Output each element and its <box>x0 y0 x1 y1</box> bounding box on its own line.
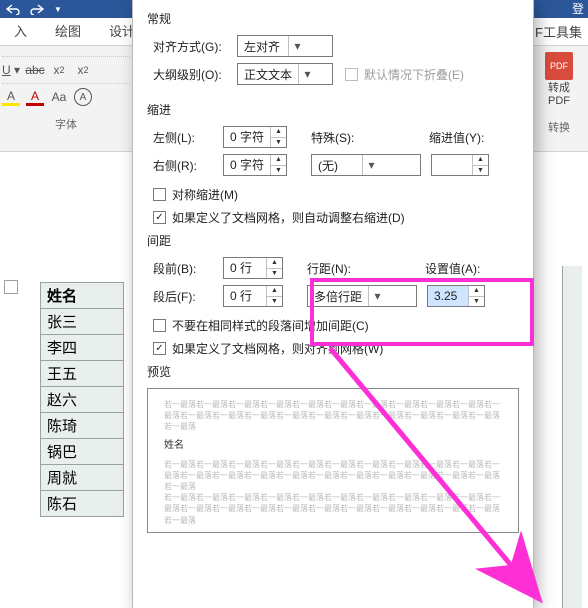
spinner-up-icon[interactable]: ▲ <box>267 258 282 269</box>
table-row[interactable]: 陈琦 <box>41 413 123 439</box>
spinner-up-icon[interactable]: ▲ <box>267 286 282 297</box>
table-row[interactable]: 张三 <box>41 309 123 335</box>
space-before-spinner[interactable]: 0 行 ▲▼ <box>223 257 283 279</box>
chevron-down-icon: ▾ <box>362 155 380 175</box>
section-spacing: 间距 <box>147 232 519 249</box>
tab-insert[interactable]: 入 <box>0 18 41 46</box>
table-row[interactable]: 李四 <box>41 335 123 361</box>
chevron-down-icon: ▾ <box>298 64 316 84</box>
tab-pdf-tools[interactable]: F工具集 <box>529 22 588 41</box>
indent-left-label: 左侧(L): <box>153 129 223 146</box>
spinner-up-icon[interactable]: ▲ <box>469 286 484 297</box>
subscript-icon[interactable]: x2 <box>50 61 68 79</box>
space-before-label: 段前(B): <box>153 260 223 277</box>
qat-dropdown-icon[interactable]: ▼ <box>54 5 62 14</box>
indent-value-label: 缩进值(Y): <box>429 129 484 146</box>
paragraph-dialog: 常规 对齐方式(G): 左对齐 ▾ 大纲级别(O): 正文文本 ▾ 默认情况下折… <box>132 0 534 608</box>
spinner-up-icon[interactable]: ▲ <box>473 155 488 166</box>
pdf-label-1: 转成 <box>536 82 582 95</box>
pdf-label-2: PDF <box>536 95 582 108</box>
snapgrid-checkbox[interactable]: ✓ 如果定义了文档网格，则对齐到网格(W) <box>153 340 383 357</box>
table-row[interactable]: 王五 <box>41 361 123 387</box>
nospacing-checkbox[interactable]: 不要在相同样式的段落间增加间距(C) <box>153 317 369 334</box>
spinner-down-icon[interactable]: ▼ <box>271 166 286 176</box>
ruler-corner <box>4 280 18 294</box>
highlight-icon[interactable]: A <box>2 88 20 106</box>
strikethrough-icon[interactable]: abc <box>26 61 44 79</box>
mirror-indent-checkbox[interactable]: 对称缩进(M) <box>153 186 238 203</box>
spinner-down-icon[interactable]: ▼ <box>469 297 484 307</box>
table-header-cell[interactable]: 姓名 <box>41 283 123 309</box>
space-after-label: 段后(F): <box>153 288 223 305</box>
section-general: 常规 <box>147 10 519 27</box>
indent-left-spinner[interactable]: 0 字符 ▲▼ <box>223 126 287 148</box>
table-row[interactable]: 周就 <box>41 465 123 491</box>
font-group: U ▾ abc x2 x2 A A Aa A 字体 <box>2 52 130 132</box>
pdf-group: PDF 转成 PDF 转换 <box>536 52 582 136</box>
spinner-up-icon[interactable]: ▲ <box>271 155 286 166</box>
font-color-icon[interactable]: A <box>26 88 44 106</box>
line-spacing-combo[interactable]: 多倍行距 ▾ <box>307 285 417 307</box>
autogrid-indent-checkbox[interactable]: ✓ 如果定义了文档网格，则自动调整右缩进(D) <box>153 209 405 226</box>
set-value-label: 设置值(A): <box>425 260 480 277</box>
font-group-label: 字体 <box>2 116 130 132</box>
document-table[interactable]: 姓名 张三 李四 王五 赵六 陈琦 锅巴 周就 陈石 <box>40 282 124 517</box>
chevron-down-icon: ▾ <box>288 36 306 56</box>
spinner-down-icon[interactable]: ▼ <box>267 269 282 279</box>
spinner-down-icon[interactable]: ▼ <box>267 297 282 307</box>
indent-right-spinner[interactable]: 0 字符 ▲▼ <box>223 154 287 176</box>
line-spacing-label: 行距(N): <box>307 260 385 277</box>
space-after-spinner[interactable]: 0 行 ▲▼ <box>223 285 283 307</box>
spinner-down-icon[interactable]: ▼ <box>271 138 286 148</box>
preview-box: 若一最落若一最落若一最落若一最落若一最落若一最落若一最落若一最落若一最落若一最落… <box>147 388 519 533</box>
set-value-spinner[interactable]: 3.25 ▲▼ <box>427 285 485 307</box>
outline-combo[interactable]: 正文文本 ▾ <box>237 63 333 85</box>
login-button[interactable]: 登 <box>572 0 584 18</box>
table-row[interactable]: 锅巴 <box>41 439 123 465</box>
pdf-icon[interactable]: PDF <box>545 52 573 80</box>
redo-icon[interactable] <box>30 3 44 15</box>
tab-draw[interactable]: 绘图 <box>41 18 95 46</box>
table-row[interactable]: 陈石 <box>41 491 123 516</box>
section-preview: 预览 <box>147 363 519 380</box>
convert-group-label: 转换 <box>536 122 582 135</box>
special-combo[interactable]: (无) ▾ <box>311 154 421 176</box>
outline-label: 大纲级别(O): <box>153 66 237 83</box>
enclose-char-icon[interactable]: A <box>74 88 92 106</box>
table-right-edge <box>562 266 582 608</box>
section-indent: 缩进 <box>147 101 519 118</box>
undo-icon[interactable] <box>6 3 20 15</box>
underline-icon[interactable]: U ▾ <box>2 61 20 79</box>
indent-right-label: 右侧(R): <box>153 157 223 174</box>
change-case-icon[interactable]: Aa <box>50 88 68 106</box>
spinner-down-icon[interactable]: ▼ <box>473 166 488 176</box>
collapse-checkbox: 默认情况下折叠(E) <box>345 66 464 83</box>
spinner-up-icon[interactable]: ▲ <box>271 127 286 138</box>
alignment-label: 对齐方式(G): <box>153 38 237 55</box>
indent-value-spinner[interactable]: ▲▼ <box>431 154 489 176</box>
special-label: 特殊(S): <box>311 129 389 146</box>
table-row[interactable]: 赵六 <box>41 387 123 413</box>
alignment-combo[interactable]: 左对齐 ▾ <box>237 35 333 57</box>
superscript-icon[interactable]: x2 <box>74 61 92 79</box>
chevron-down-icon: ▾ <box>368 286 386 306</box>
